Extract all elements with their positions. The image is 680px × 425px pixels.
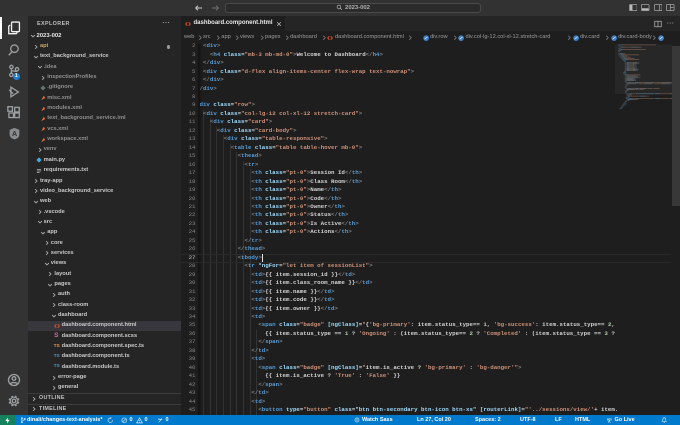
svg-text:A: A [11,129,17,138]
